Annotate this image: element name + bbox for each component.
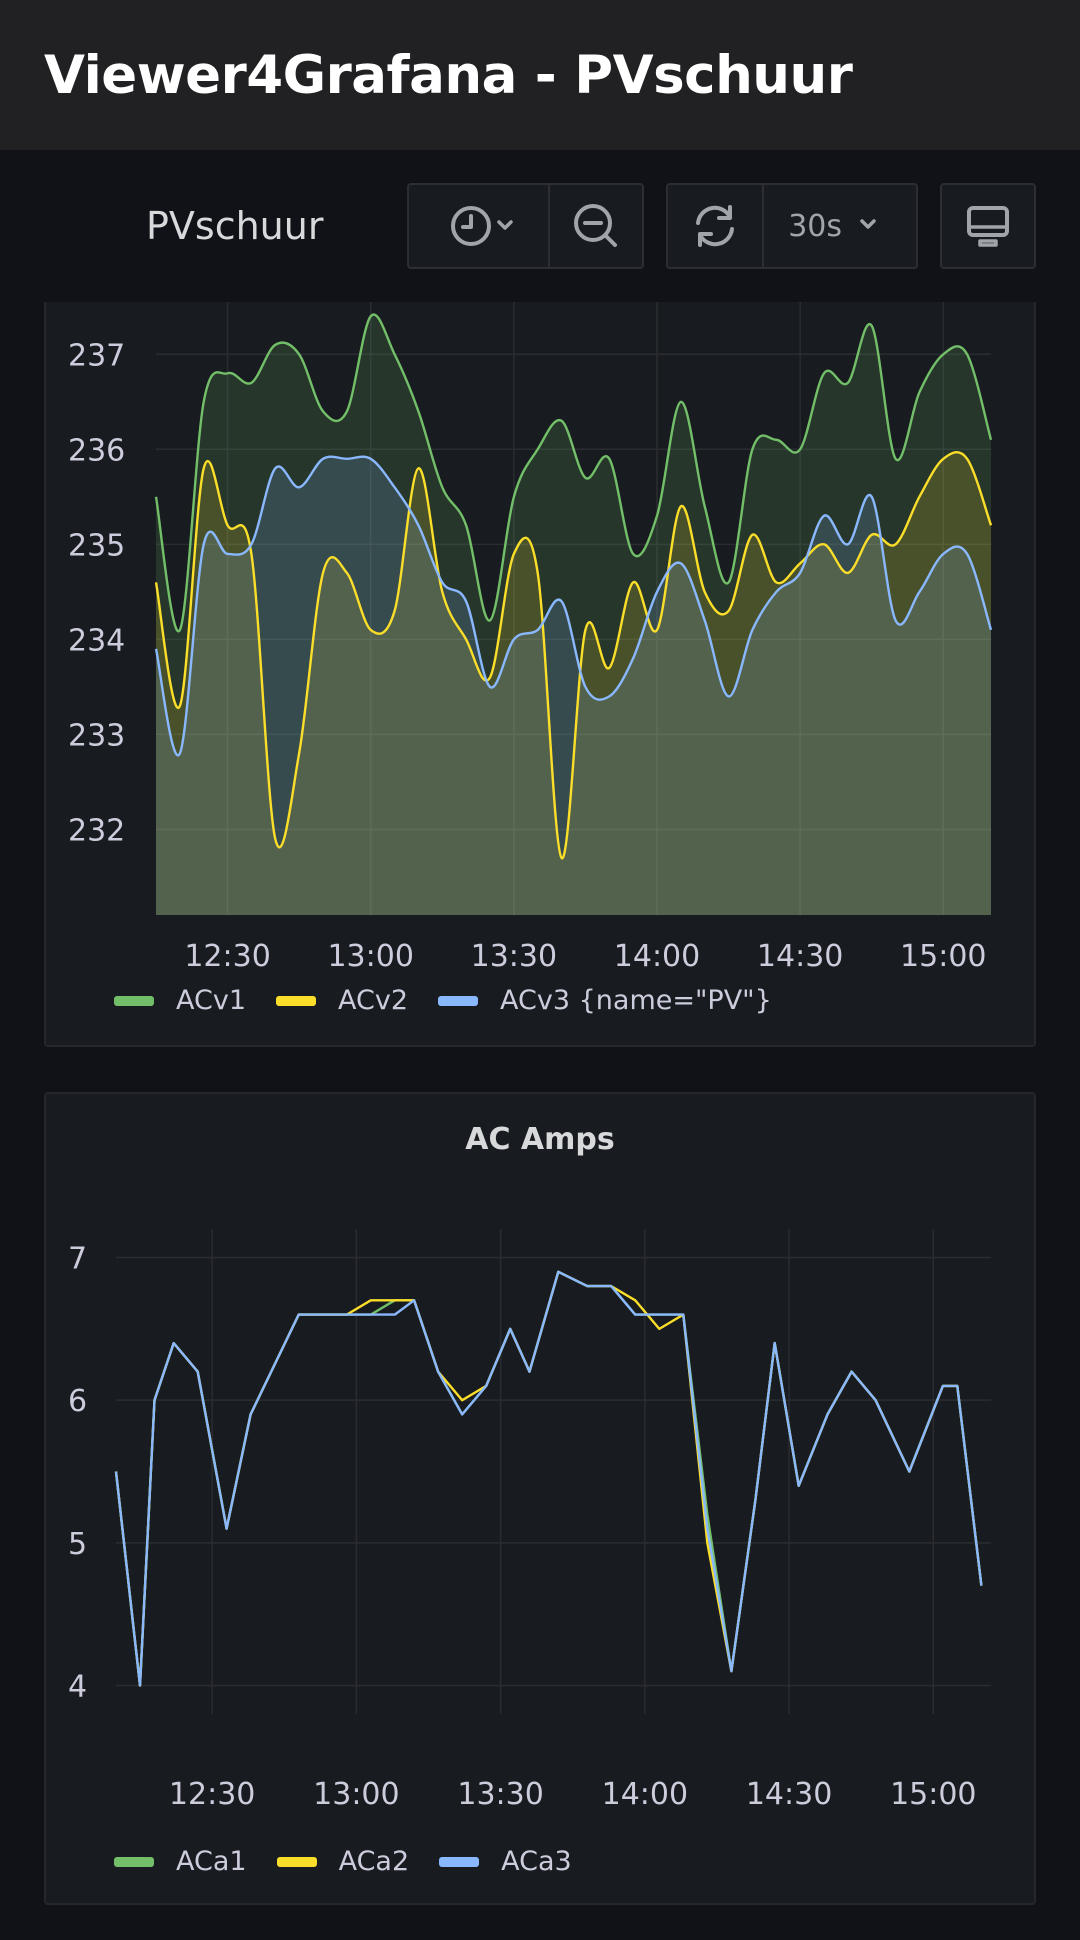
y-tick-label: 4 (68, 1669, 87, 1704)
x-tick-label: 15:00 (900, 939, 986, 974)
x-tick-label: 13:00 (327, 939, 413, 974)
amps-panel: AC Amps 12:30 13:00 13:30 14:00 14:30 15:00 4 5… (44, 1092, 1036, 1905)
x-tick-label: 14:00 (614, 939, 700, 974)
refresh-icon (696, 205, 735, 247)
y-tick-label: 233 (68, 718, 125, 753)
legend-label: ACa2 (338, 1846, 410, 1877)
legend-item-aca1[interactable]: ACa1 (114, 1846, 247, 1877)
y-tick-label: 232 (68, 813, 125, 848)
y-tick-label: 236 (68, 433, 125, 468)
clock-icon (451, 206, 514, 246)
amps-legend: ACa1 ACa2 ACa3 (114, 1846, 602, 1877)
voltage-chart: 12:30 13:00 13:30 14:00 14:30 15:00 232 233 234 2… (68, 302, 993, 974)
app-title: Viewer4Grafana - PVschuur (44, 44, 853, 106)
legend-swatch (114, 995, 154, 1006)
legend-label: ACa1 (176, 1846, 247, 1877)
voltage-panel: 12:30 13:00 13:30 14:00 14:30 15:00 232 233 234 2… (44, 302, 1036, 1047)
y-tick-label: 5 (68, 1527, 87, 1562)
x-tick-label: 12:30 (184, 939, 270, 974)
legend-label: ACv3 {name="PV"} (500, 985, 772, 1016)
refresh-interval-value: 30s (788, 208, 843, 244)
x-tick-label: 13:30 (457, 1777, 543, 1812)
legend-label: ACa3 (501, 1846, 572, 1877)
y-tick-label: 6 (68, 1384, 87, 1419)
legend-item-acv1[interactable]: ACv1 (114, 985, 246, 1016)
legend-swatch (114, 1856, 154, 1867)
time-picker-button[interactable] (409, 185, 548, 267)
legend-swatch (276, 1856, 317, 1867)
y-tick-label: 235 (68, 528, 125, 563)
x-tick-label: 14:30 (746, 1777, 832, 1812)
chevron-down-icon (497, 220, 514, 230)
refresh-interval-picker[interactable]: 30s (762, 185, 916, 267)
y-tick-label: 7 (68, 1242, 87, 1277)
view-mode-controls (940, 183, 1036, 269)
grid (116, 1229, 991, 1714)
app-bar: Viewer4Grafana - PVschuur (0, 0, 1080, 150)
tv-mode-button[interactable] (942, 185, 1034, 267)
x-tick-label: 13:00 (313, 1777, 399, 1812)
legend-swatch (438, 995, 479, 1006)
legend-item-aca3[interactable]: ACa3 (439, 1846, 572, 1877)
voltage-legend: ACv1 ACv2 ACv3 {name="PV"} (114, 985, 802, 1016)
y-tick-label: 237 (68, 338, 125, 373)
legend-label: ACv2 (338, 985, 409, 1016)
chevron-down-icon (860, 219, 876, 229)
y-tick-label: 234 (68, 623, 125, 658)
series-line-aca1 (114, 1270, 983, 1687)
x-tick-label: 14:30 (757, 939, 843, 974)
monitor-icon (967, 206, 1009, 247)
legend-label: ACv1 (176, 985, 247, 1016)
zoom-out-button[interactable] (547, 185, 642, 267)
dashboard-title[interactable]: PVschuur (146, 204, 323, 248)
legend-item-acv3[interactable]: ACv3 {name="PV"} (438, 985, 772, 1016)
legend-swatch (276, 995, 317, 1006)
x-tick-label: 15:00 (890, 1777, 976, 1812)
x-tick-label: 12:30 (169, 1777, 255, 1812)
legend-item-acv2[interactable]: ACv2 (276, 985, 408, 1016)
refresh-button[interactable] (668, 185, 762, 267)
time-controls (407, 183, 644, 269)
legend-swatch (439, 1856, 480, 1867)
refresh-controls: 30s (666, 183, 918, 269)
series-line-aca3 (114, 1270, 983, 1687)
x-tick-label: 13:30 (471, 939, 557, 974)
amps-chart: 12:30 13:00 13:30 14:00 14:30 15:00 4 5 6 7 (68, 1229, 991, 1812)
x-tick-label: 14:00 (602, 1777, 688, 1812)
series-line-aca2 (114, 1270, 983, 1687)
zoom-out-icon (573, 204, 617, 247)
legend-item-aca2[interactable]: ACa2 (276, 1846, 410, 1877)
